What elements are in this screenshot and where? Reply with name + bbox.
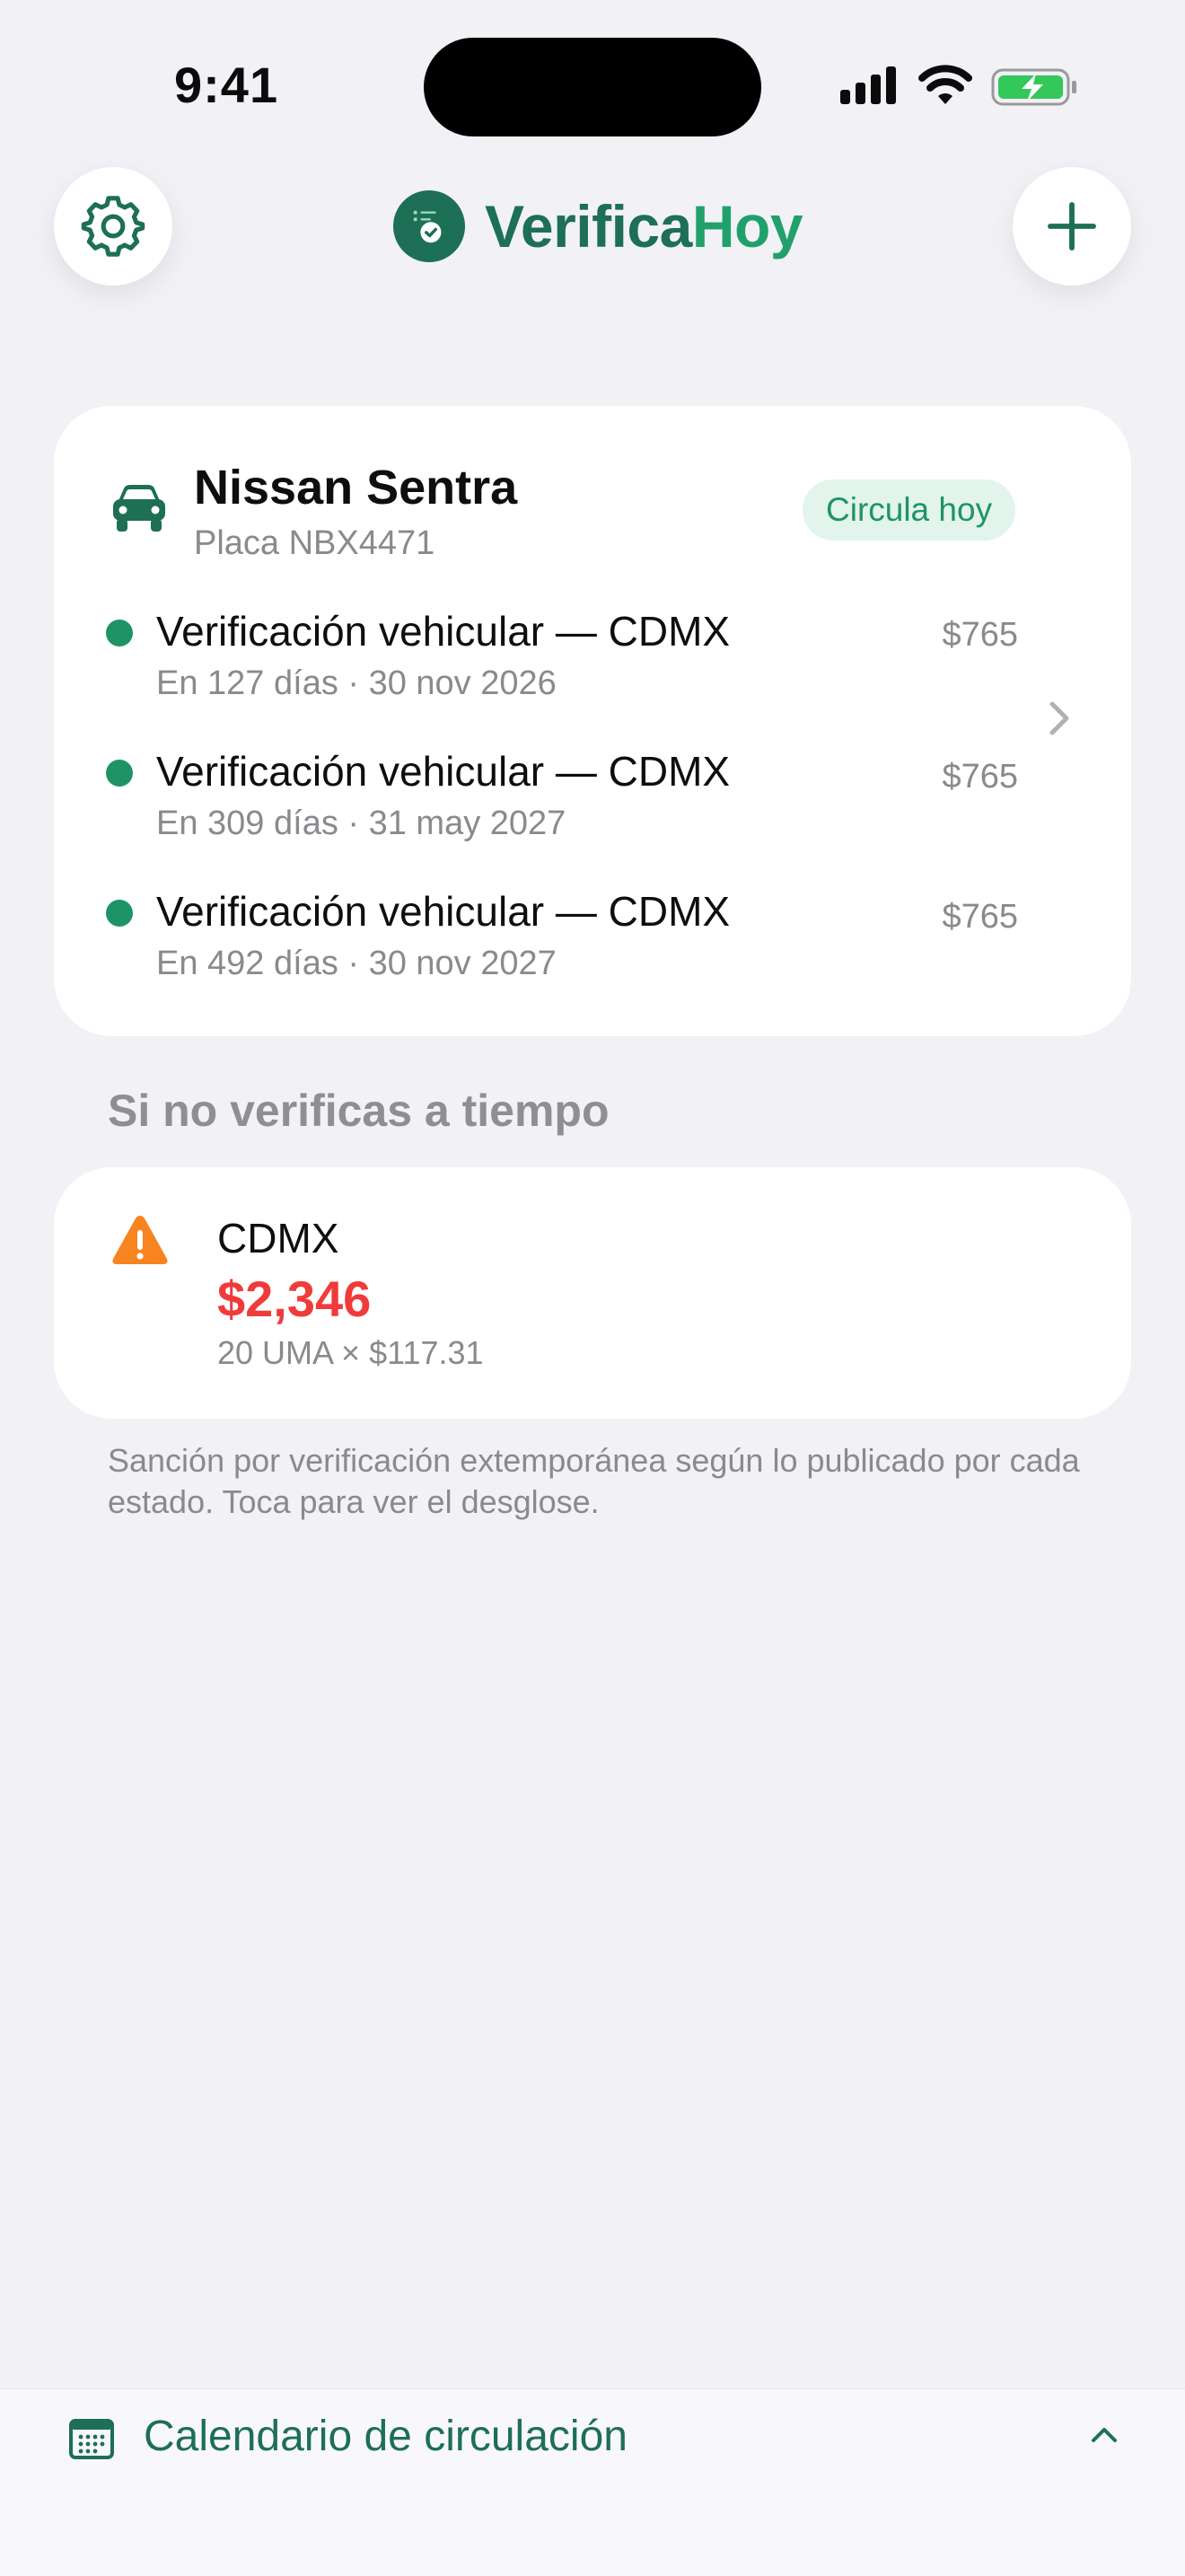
- battery-charging-icon: [991, 68, 1076, 106]
- vehicle-name: Nissan Sentra: [194, 461, 518, 514]
- event-title: Verificación vehicular — CDMX: [156, 888, 731, 935]
- fine-amount: $2,346: [217, 1270, 372, 1327]
- vehicle-plate: Placa NBX4471: [194, 524, 435, 562]
- fine-state: CDMX: [217, 1215, 339, 1262]
- event-subtitle: En 309 días · 31 may 2027: [156, 804, 566, 842]
- event-subtitle: En 127 días · 30 nov 2026: [156, 664, 557, 702]
- event-price: $765: [942, 758, 1018, 796]
- event-status-dot: [106, 620, 133, 646]
- circulation-status-badge: Circula hoy: [803, 479, 1016, 541]
- wifi-icon: [918, 65, 972, 104]
- checklist-shield-icon: [413, 210, 442, 243]
- fine-footnote: Sanción por verificación extemporánea se…: [108, 1442, 1080, 1520]
- status-time: 9:41: [174, 57, 279, 113]
- calendar-label[interactable]: Calendario de circulación: [144, 2412, 628, 2461]
- event-title: Verificación vehicular — CDMX: [156, 748, 731, 795]
- car-icon: [113, 485, 165, 532]
- logo-text-part1: Verifica: [485, 193, 692, 259]
- warning-icon: [112, 1216, 168, 1264]
- event-subtitle: En 492 días · 30 nov 2027: [156, 945, 557, 982]
- gear-icon: [81, 196, 145, 257]
- event-status-dot: [106, 900, 133, 927]
- fine-card[interactable]: [54, 1167, 1131, 1419]
- plus-icon: [1048, 202, 1096, 251]
- event-title: Verificación vehicular — CDMX: [156, 608, 731, 655]
- status-icons: [840, 65, 1076, 106]
- section-title: Si no verificas a tiempo: [108, 1086, 610, 1136]
- dynamic-island: [424, 38, 761, 136]
- add-vehicle-button[interactable]: [1013, 167, 1131, 286]
- logo-badge: [393, 190, 465, 262]
- event-price: $765: [942, 616, 1018, 654]
- calendar-icon: [69, 2419, 114, 2459]
- chevron-right-icon: [1049, 701, 1069, 735]
- event-price: $765: [942, 898, 1018, 936]
- cellular-signal-icon: [840, 66, 896, 104]
- event-status-dot: [106, 760, 133, 787]
- logo-wordmark: VerificaHoy: [485, 190, 803, 262]
- settings-button[interactable]: [54, 167, 172, 286]
- app-logo: VerificaHoy: [393, 190, 803, 262]
- chevron-up-icon[interactable]: [1090, 2424, 1119, 2444]
- logo-text-part2: Hoy: [691, 193, 803, 259]
- fine-calculation: 20 UMA × $117.31: [217, 1334, 484, 1371]
